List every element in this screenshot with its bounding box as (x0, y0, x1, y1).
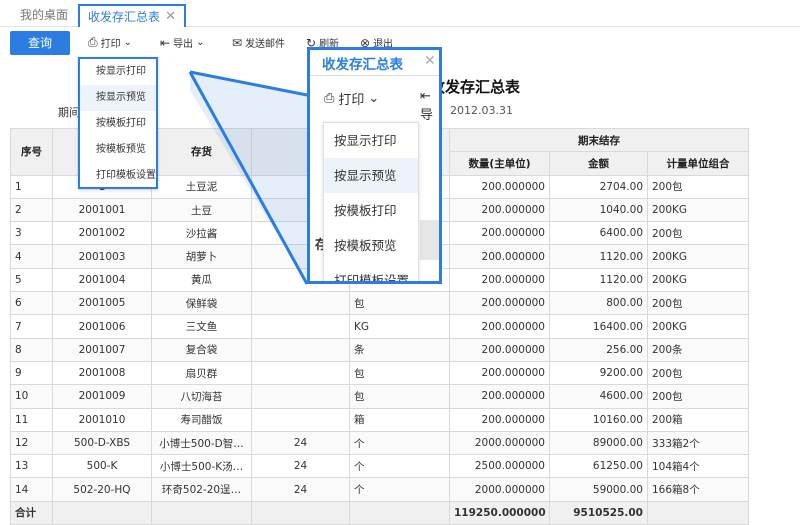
zoom-export-icon: ⇤ (420, 89, 431, 104)
zoom-export-button: ⇤ 导 (420, 89, 439, 123)
zoom-background-block (420, 220, 439, 260)
zoom-callout: 收发存汇总表 ✕ 存 ⎙ 打印 ⌄ ⇤ 导 按显示打印 按显示预览 按模板打印 按模板… (307, 47, 442, 284)
zoom-export-label: 导 (420, 108, 434, 123)
zoom-tab-title: 收发存汇总表 (322, 57, 403, 73)
zoom-chevron-down-icon: ⌄ (368, 91, 380, 106)
zoom-print-menu-item: 按模板预览 (334, 238, 397, 253)
zoom-print-menu-item: 打印模板设置 (334, 273, 410, 284)
zoom-close-icon: ✕ (424, 53, 436, 69)
zoom-print-dropdown-menu: 按显示打印按显示预览按模板打印按模板预览打印模板设置 (323, 122, 419, 284)
zoom-tab: 收发存汇总表 ✕ (310, 50, 439, 76)
zoom-toolbar: ⎙ 打印 ⌄ ⇤ 导 (310, 86, 439, 123)
zoom-print-label: 打印 (338, 93, 365, 108)
zoom-print-menu-item: 按模板打印 (334, 203, 397, 218)
zoom-print-menu-item: 按显示预览 (324, 158, 418, 193)
zoom-printer-icon: ⎙ (324, 91, 335, 106)
zoom-print-button: ⎙ 打印 ⌄ (324, 89, 379, 108)
zoom-print-menu-item: 按显示打印 (334, 133, 397, 148)
